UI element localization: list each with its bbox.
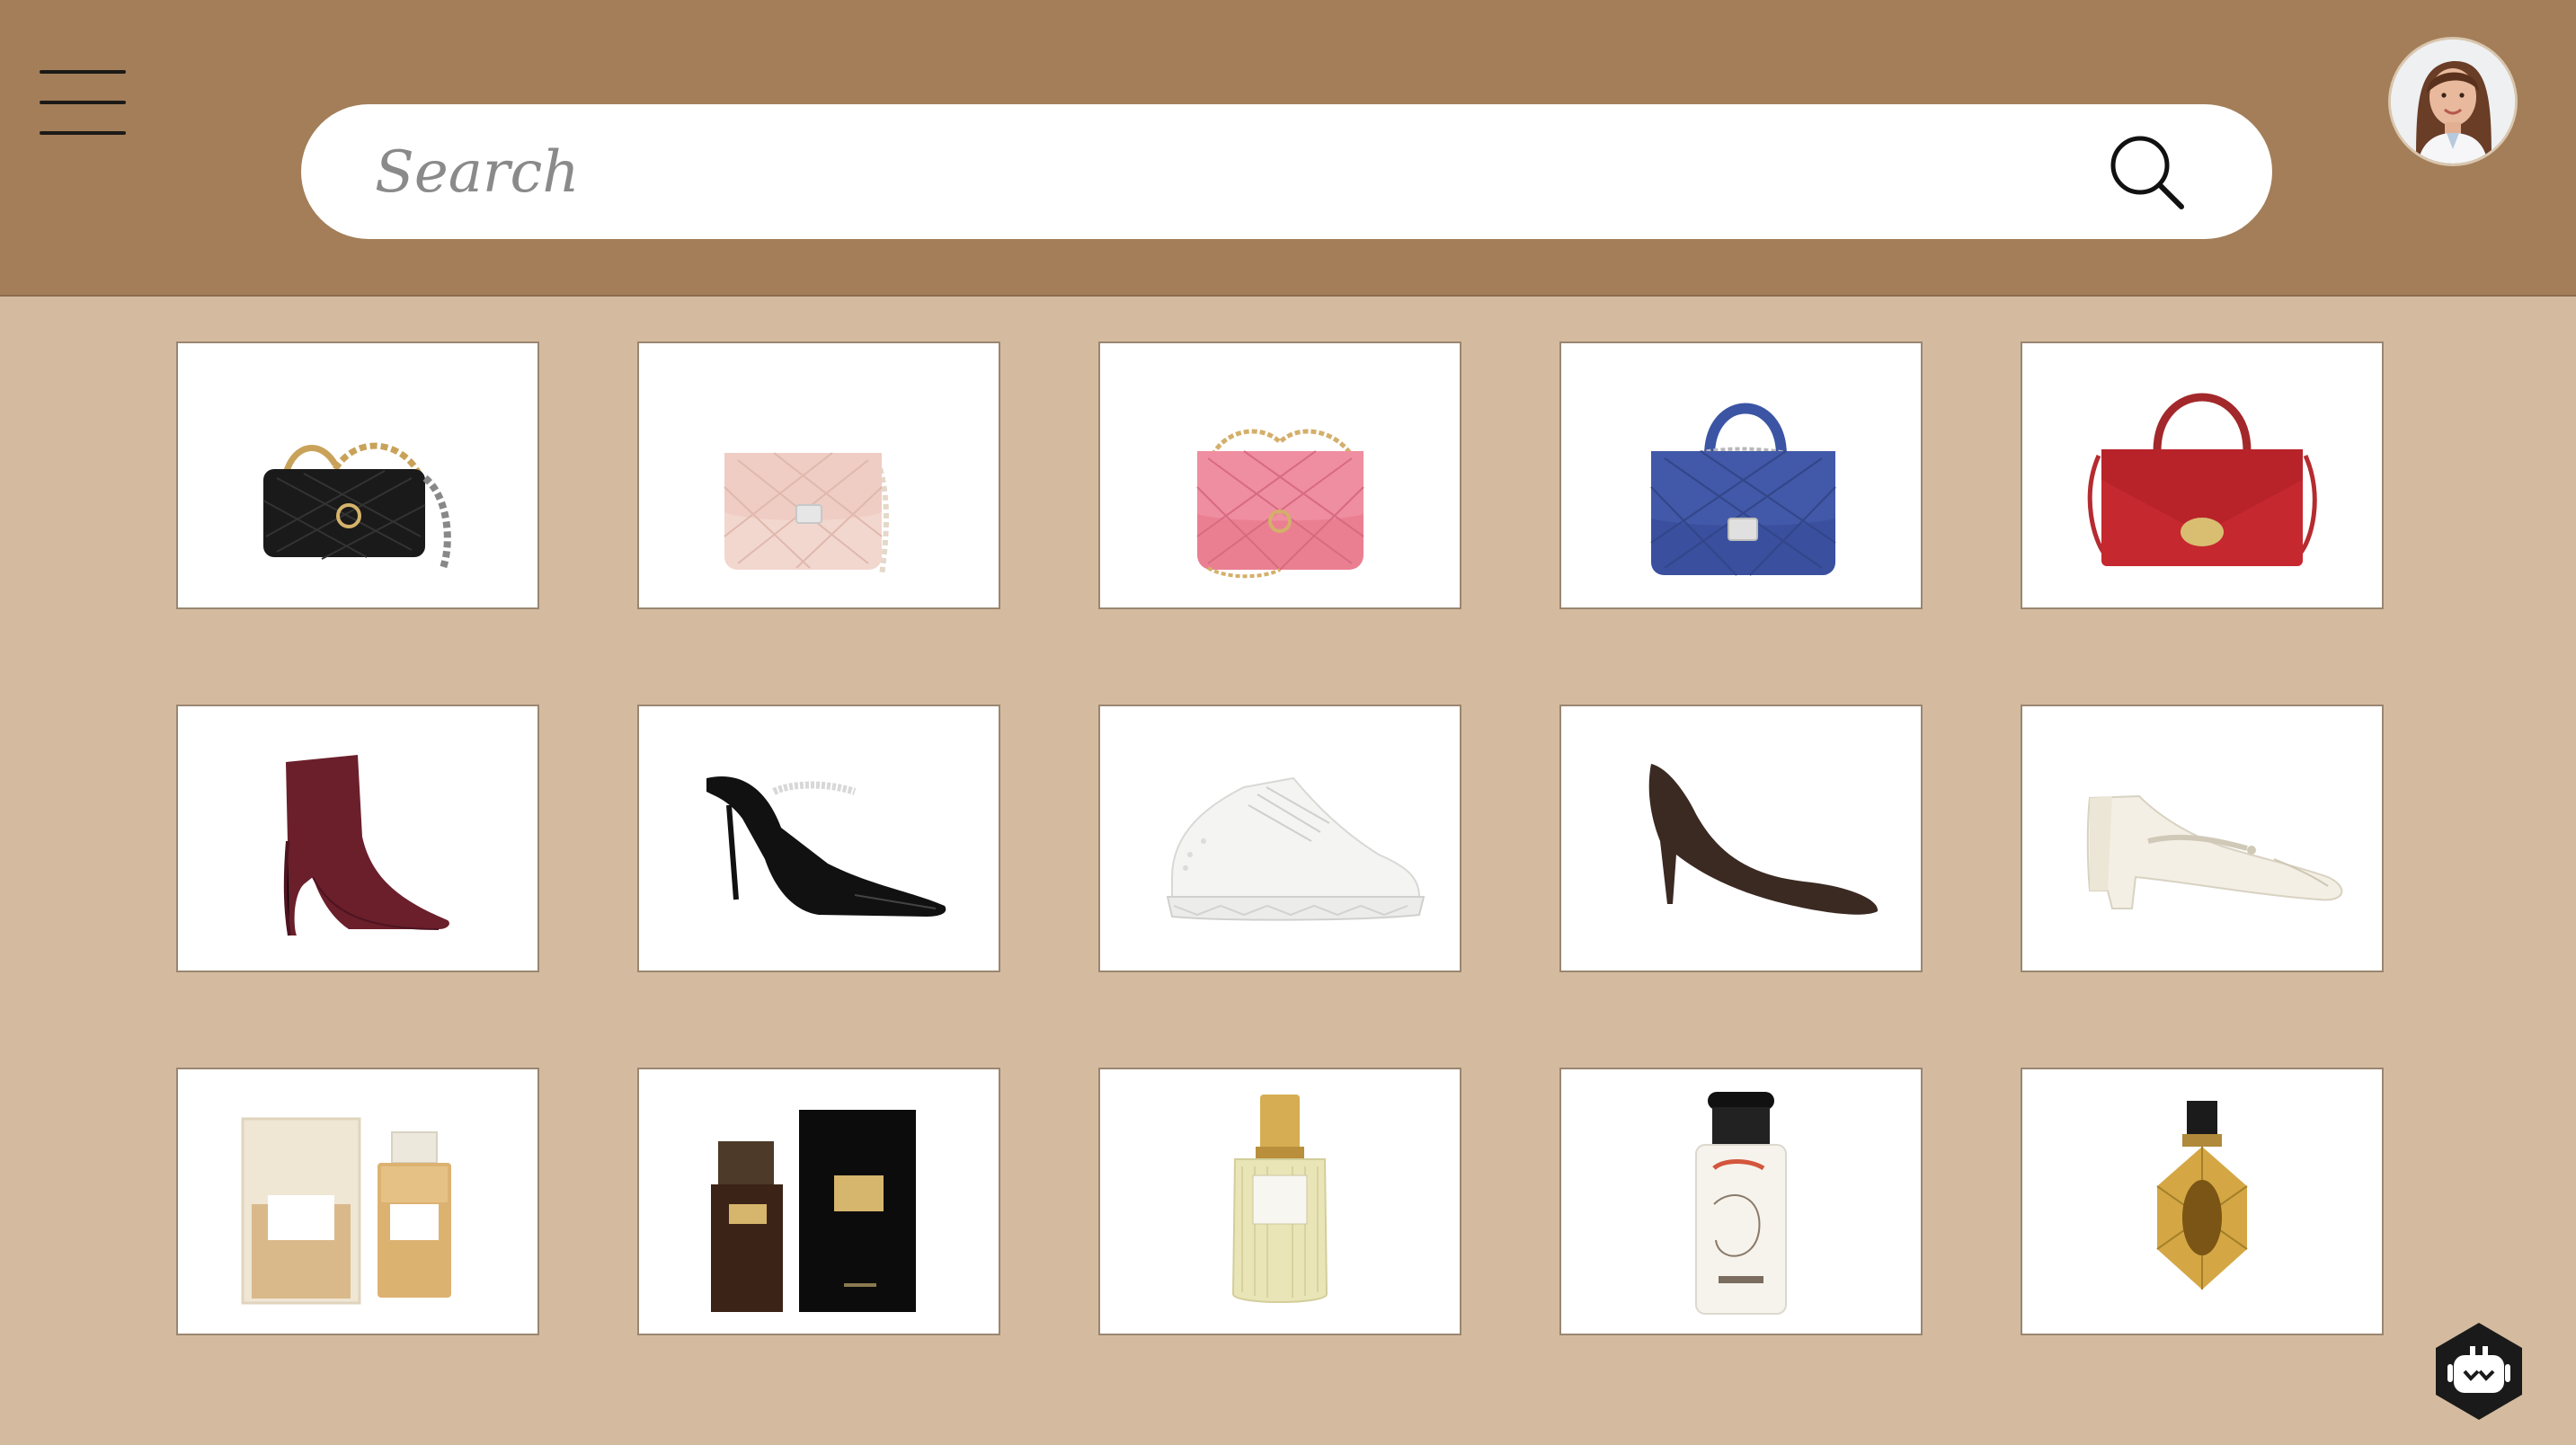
product-tile[interactable] — [1559, 1068, 1923, 1335]
menu-line — [40, 101, 126, 104]
gold-faceted-perfume-icon — [2156, 1101, 2248, 1290]
product-tile[interactable] — [2021, 341, 2384, 609]
product-tile[interactable] — [176, 341, 539, 609]
product-tile[interactable] — [1559, 341, 1923, 609]
chanel-no5-perfume-set-icon — [241, 1117, 451, 1305]
menu-line — [40, 70, 126, 74]
product-tile[interactable] — [637, 705, 1000, 972]
search-bar — [301, 104, 2272, 239]
product-tile[interactable] — [176, 1068, 539, 1335]
burgundy-ankle-boot-icon — [283, 755, 449, 936]
avatar-image — [2391, 40, 2515, 164]
product-tile[interactable] — [1098, 341, 1461, 609]
dolce-gabbana-velvet-perfume-icon — [711, 1110, 916, 1312]
cream-mary-jane-pump-icon — [2086, 794, 2343, 909]
menu-line — [40, 131, 126, 135]
product-tile[interactable] — [637, 341, 1000, 609]
pink-quilted-flap-bag-icon — [724, 452, 889, 576]
top-header — [0, 0, 2576, 297]
product-tile[interactable] — [2021, 705, 2384, 972]
brown-suede-pump-icon — [1648, 764, 1879, 915]
user-avatar[interactable] — [2391, 40, 2515, 164]
hamburger-menu-icon[interactable] — [40, 70, 126, 135]
search-icon[interactable] — [2106, 131, 2187, 212]
black-embellished-mule-icon — [706, 776, 946, 917]
product-tile[interactable] — [2021, 1068, 2384, 1335]
product-tile[interactable] — [1559, 705, 1923, 972]
red-top-handle-bag-icon — [2087, 393, 2317, 566]
black-quilted-chain-bag-icon — [262, 442, 451, 570]
hot-pink-quilted-mini-bag-icon — [1196, 429, 1364, 579]
hermes-perfume-icon — [1695, 1092, 1787, 1315]
product-tile[interactable] — [176, 705, 539, 972]
chatbot-icon[interactable] — [2431, 1321, 2527, 1422]
estee-lauder-perfume-icon — [1231, 1095, 1328, 1303]
blue-quilted-top-handle-bag-icon — [1650, 403, 1836, 576]
product-tile[interactable] — [637, 1068, 1000, 1335]
product-tile[interactable] — [1098, 705, 1461, 972]
search-input[interactable] — [373, 122, 2084, 223]
product-tile[interactable] — [1098, 1068, 1461, 1335]
white-sneaker-icon — [1166, 776, 1426, 921]
